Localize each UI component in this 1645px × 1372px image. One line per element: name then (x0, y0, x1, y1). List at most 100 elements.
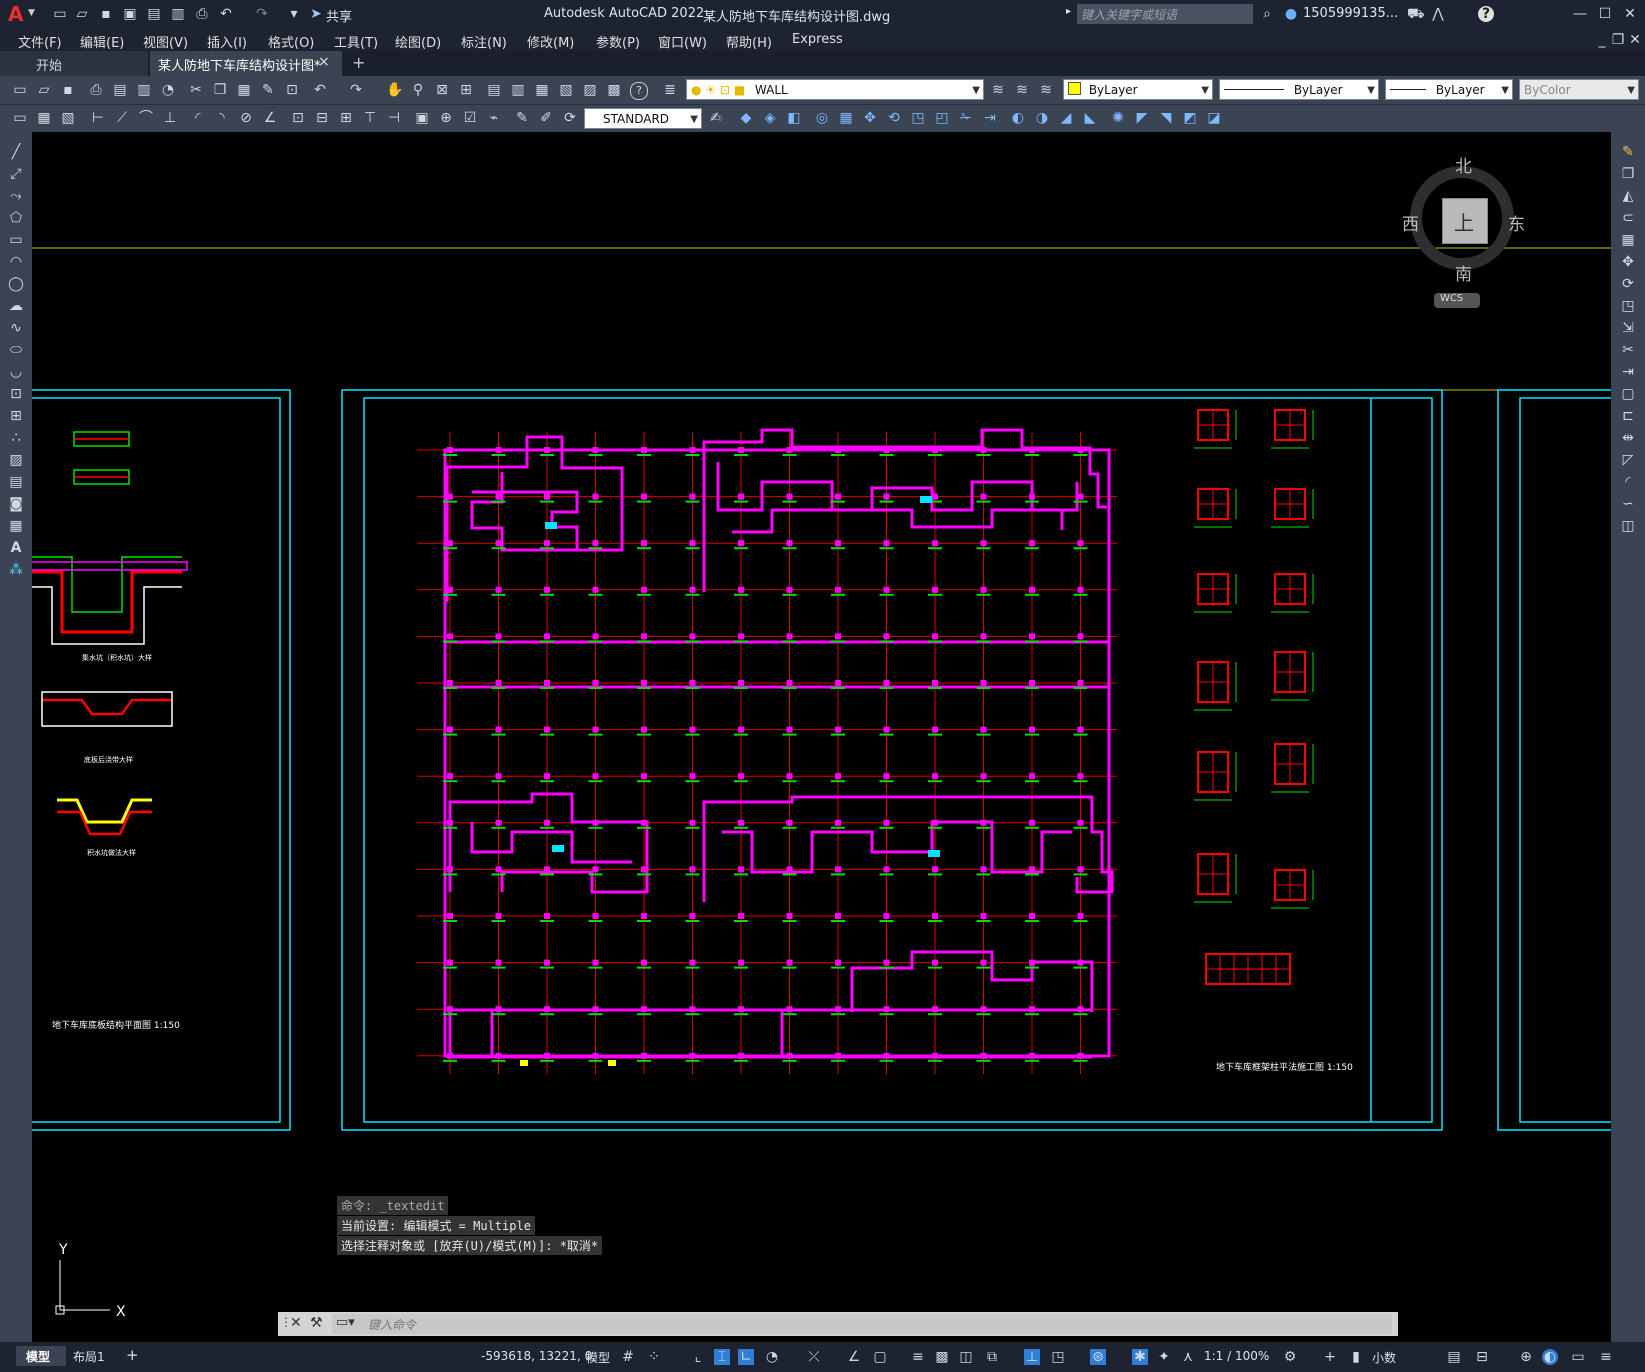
plot-icon[interactable]: ⎙ (194, 6, 210, 22)
command-close-icon[interactable]: ✕ (290, 1315, 302, 1331)
extend-icon[interactable]: ⇥ (1620, 364, 1636, 380)
undo-icon[interactable]: ↶ (218, 6, 234, 22)
wcs-menu[interactable]: WCS (1434, 293, 1480, 308)
autocad-logo-icon[interactable]: A (8, 2, 23, 26)
save-as-icon[interactable]: ▣ (122, 6, 138, 22)
mirror-icon[interactable]: ◧ (786, 110, 802, 126)
make-block-icon[interactable]: ⊞ (8, 408, 24, 424)
isolate-objects-icon[interactable]: ⊕ (1518, 1349, 1534, 1365)
annotation-visibility-icon[interactable]: ✱ (1132, 1349, 1148, 1365)
user-icon[interactable]: ● (1283, 6, 1299, 22)
save-web-icon[interactable]: ▥ (170, 6, 186, 22)
dim-edit-icon[interactable]: ✎ (514, 110, 530, 126)
continue-dim-icon[interactable]: ⊞ (338, 110, 354, 126)
units-icon[interactable]: ▮ (1348, 1349, 1364, 1365)
3d-osnap-icon[interactable]: ⧉ (984, 1349, 1000, 1365)
maximize-icon[interactable]: ☐ (1597, 6, 1613, 22)
search-input[interactable]: 键入关键字或短语 (1077, 4, 1253, 24)
erase-icon[interactable]: ✎ (1620, 144, 1636, 160)
trim-icon[interactable]: ✁ (958, 110, 974, 126)
table-icon[interactable]: ▦ (8, 518, 24, 534)
splinedit-icon[interactable]: ◩ (1182, 110, 1198, 126)
radius-dim-icon[interactable]: ◜ (190, 110, 206, 126)
3d-dwf-icon[interactable]: ◔ (160, 82, 176, 98)
blend-icon[interactable]: ◤ (1134, 110, 1150, 126)
layer-match-icon[interactable]: ≋ (1038, 82, 1054, 98)
dimstyle-dropdown[interactable]: STANDARD ▼ (584, 108, 702, 129)
scale-icon[interactable]: ◳ (910, 110, 926, 126)
autodesk-app-icon[interactable]: ⋀ (1430, 6, 1446, 22)
menu-draw[interactable]: 绘图(D) (395, 32, 441, 51)
qnew-icon[interactable]: ▭ (12, 82, 28, 98)
model-space-button[interactable]: 模型 (586, 1349, 610, 1366)
user-name[interactable]: 1505999135... (1303, 6, 1398, 21)
trim-icon[interactable]: ✂ (1620, 342, 1636, 358)
dim-text-edit-icon[interactable]: ✐ (538, 110, 554, 126)
help-tb-icon[interactable]: ? (630, 82, 648, 100)
hatchedit-icon[interactable]: ◪ (1206, 110, 1222, 126)
design-center-icon[interactable]: ▥ (510, 82, 526, 98)
pedit-icon[interactable]: ◥ (1158, 110, 1174, 126)
lock-ui-icon[interactable]: ⊟ (1474, 1349, 1490, 1365)
copy-icon[interactable]: ❐ (1620, 166, 1636, 182)
move-icon[interactable]: ✥ (862, 110, 878, 126)
open-file-icon[interactable]: ▱ (74, 6, 90, 22)
polyline-icon[interactable]: ⤳ (8, 188, 24, 204)
menu-tools[interactable]: 工具(T) (334, 32, 378, 51)
blend-curves-icon[interactable]: ∽ (1620, 496, 1636, 512)
ellipse-icon[interactable]: ⬭ (8, 342, 24, 358)
tool-palettes-icon[interactable]: ▦ (534, 82, 550, 98)
calculator-icon[interactable]: ▩ (606, 82, 622, 98)
insert-block-icon[interactable]: ⊡ (8, 386, 24, 402)
express-tool-icon[interactable]: ▧ (60, 110, 76, 126)
ortho-icon[interactable]: ∟ (738, 1349, 754, 1365)
add-layout-icon[interactable]: + (126, 1346, 139, 1364)
compass-south[interactable]: 南 (1455, 260, 1472, 285)
copy-icon[interactable]: ❐ (212, 82, 228, 98)
hatch-icon[interactable]: ▨ (8, 452, 24, 468)
arc-icon[interactable]: ◠ (8, 254, 24, 270)
menu-view[interactable]: 视图(V) (143, 32, 188, 51)
menu-express[interactable]: Express (792, 32, 843, 47)
tab-close-icon[interactable]: × (318, 54, 330, 70)
save-tb-icon[interactable]: ▪ (60, 82, 76, 98)
polygon-icon[interactable]: ⬠ (8, 210, 24, 226)
doc-minimize-icon[interactable]: _ (1594, 32, 1610, 48)
offset-icon[interactable]: ⊂ (1620, 210, 1636, 226)
polar-icon[interactable]: ◔ (764, 1349, 780, 1365)
clean-screen-icon[interactable]: ▭ (1570, 1349, 1586, 1365)
revision-cloud-icon[interactable]: ☁ (8, 298, 24, 314)
menu-window[interactable]: 窗口(W) (658, 32, 707, 51)
save-icon[interactable]: ▪ (98, 6, 114, 22)
tab-model[interactable]: 模型 (16, 1346, 66, 1366)
gizmo-icon[interactable]: ⊛ (1090, 1349, 1106, 1365)
dim-space-icon[interactable]: ⊤ (362, 110, 378, 126)
compass-east[interactable]: 东 (1508, 210, 1525, 235)
rectangle-icon[interactable]: ▭ (8, 232, 24, 248)
dynamic-ucs-icon[interactable]: ⊥ (1024, 1349, 1040, 1365)
coordinates-readout[interactable]: -593618, 13221, 0 (481, 1349, 592, 1363)
selection-cycling-icon[interactable]: ◫ (958, 1349, 974, 1365)
break-icon[interactable]: ◐ (1010, 110, 1026, 126)
linetype-dropdown[interactable]: ByLayer ▼ (1219, 79, 1379, 100)
multiline-text-icon[interactable]: A (8, 540, 24, 556)
zoom-window-icon[interactable]: ⊠ (434, 82, 450, 98)
search-icon[interactable]: ⌕ (1259, 6, 1275, 22)
offset-icon[interactable]: ◎ (814, 110, 830, 126)
workspace-gear-icon[interactable]: ⚙ (1282, 1349, 1298, 1365)
zoom-realtime-icon[interactable]: ⚲ (410, 82, 426, 98)
lineweight-icon[interactable]: ≡ (910, 1349, 926, 1365)
layer-previous-icon[interactable]: ≋ (990, 82, 1006, 98)
paste-icon[interactable]: ▦ (236, 82, 252, 98)
menu-dimension[interactable]: 标注(N) (461, 32, 507, 51)
compass-north[interactable]: 北 (1455, 152, 1472, 177)
express-tool-icon[interactable]: ▭ (12, 110, 28, 126)
drawing-canvas[interactable]: 集水坑（积水坑）大样 底板后浇带大样 积水坑做法大样 地下车库底板结构平面图 1… (32, 132, 1611, 1342)
make-current-icon[interactable]: ≋ (1014, 82, 1030, 98)
open-web-icon[interactable]: ▤ (146, 6, 162, 22)
tab-start[interactable]: 开始 (0, 51, 148, 76)
mirror-icon[interactable]: ◭ (1620, 188, 1636, 204)
block-editor-icon[interactable]: ⊡ (284, 82, 300, 98)
pan-icon[interactable]: ✋ (386, 82, 403, 98)
erase-icon[interactable]: ◆ (738, 110, 754, 126)
